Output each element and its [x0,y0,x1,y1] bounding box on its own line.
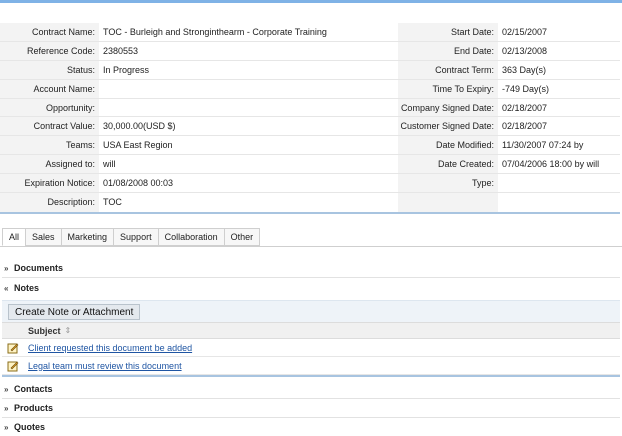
products-title: Products [14,403,54,413]
teams-label: Teams: [0,136,99,155]
company-signed-date-label: Company Signed Date: [398,98,498,117]
contract-value-value: 30,000.00(USD $) [103,121,176,132]
company-signed-date-value: 02/18/2007 [502,102,548,113]
opportunity-value [99,99,398,117]
empty-value [498,193,620,212]
date-modified-label: Date Modified: [398,136,498,155]
assigned-to-value: will [103,159,116,170]
end-date-value: 02/13/2008 [502,45,548,56]
contract-value-label: Contract Value: [0,117,99,136]
chevron-double-up-icon: « [4,283,9,293]
notes-panel: Create Note or Attachment Subject ⇕ Clie… [2,300,620,377]
expiration-notice-label: Expiration Notice: [0,174,99,193]
status-label: Status: [0,60,99,79]
notes-table-header: Subject ⇕ [2,322,620,339]
table-row: Client requested this document be added [2,339,620,357]
detail-row: Opportunity: Company Signed Date: 02/18/… [0,98,620,118]
tab-collaboration[interactable]: Collaboration [157,228,224,246]
detail-row: Assigned to: will Date Created: 07/04/20… [0,155,620,175]
chevron-double-down-icon: » [4,422,9,432]
top-divider [0,0,622,3]
end-date-label: End Date: [398,41,498,60]
reference-code-value: 2380553 [103,45,139,56]
description-value: TOC [103,197,122,208]
empty-label [398,193,498,212]
chevron-double-down-icon: » [4,384,9,394]
opportunity-label: Opportunity: [0,98,99,117]
customer-signed-date-label: Customer Signed Date: [398,117,498,136]
tabs-divider [0,246,622,247]
expiration-notice-value: 01/08/2008 00:03 [103,178,174,189]
start-date-value: 02/15/2007 [502,26,548,37]
time-to-expiry-value: -749 Day(s) [502,83,550,94]
chevron-double-down-icon: » [4,263,9,273]
note-link[interactable]: Legal team must review this document [28,361,182,371]
divider [2,417,620,418]
notes-button-bar: Create Note or Attachment [2,300,620,322]
detail-row: Teams: USA East Region Date Modified: 11… [0,136,620,156]
contract-name-label: Contract Name: [0,23,99,41]
date-modified-value: 11/30/2007 07:24 by [502,140,584,151]
tab-marketing[interactable]: Marketing [60,228,114,246]
assigned-to-label: Assigned to: [0,155,99,174]
documents-title: Documents [14,263,64,273]
tab-support[interactable]: Support [113,228,158,246]
status-value: In Progress [103,64,150,75]
account-name-label: Account Name: [0,79,99,98]
detail-row: Account Name: Time To Expiry: -749 Day(s… [0,79,620,99]
detail-row: Contract Name: TOC - Burleigh and Strong… [0,23,620,42]
account-name-value [99,80,398,98]
notes-title: Notes [14,283,40,293]
table-row: Legal team must review this document [2,357,620,375]
time-to-expiry-label: Time To Expiry: [398,79,498,98]
contract-term-value: 363 Day(s) [502,64,547,75]
notes-panel-header[interactable]: « Notes [4,281,39,295]
subpanel-tabs: All Sales Marketing Support Collaboratio… [2,228,261,246]
documents-panel-header[interactable]: » Documents [4,261,63,275]
contract-detail-table: Contract Name: TOC - Burleigh and Strong… [0,23,620,214]
description-label: Description: [0,193,99,212]
start-date-label: Start Date: [398,23,498,41]
teams-value: USA East Region [103,140,173,151]
detail-row: Contract Value: 30,000.00(USD $) Custome… [0,117,620,137]
contacts-title: Contacts [14,384,53,394]
detail-row: Description: TOC [0,193,620,212]
products-panel-header[interactable]: » Products [4,401,53,415]
reference-code-label: Reference Code: [0,41,99,60]
tab-other[interactable]: Other [223,228,261,246]
create-note-button[interactable]: Create Note or Attachment [8,304,141,320]
contacts-panel-header[interactable]: » Contacts [4,382,53,396]
sort-icon[interactable]: ⇕ [65,326,72,335]
subject-column-header[interactable]: Subject [28,326,61,336]
edit-note-icon[interactable] [7,342,19,354]
date-created-value: 07/04/2006 18:00 by will [502,159,600,170]
customer-signed-date-value: 02/18/2007 [502,121,548,132]
quotes-panel-header[interactable]: » Quotes [4,420,45,434]
chevron-double-down-icon: » [4,403,9,413]
divider [2,277,620,278]
detail-row: Expiration Notice: 01/08/2008 00:03 Type… [0,174,620,194]
contract-name-value: TOC - Burleigh and Stronginthearm - Corp… [103,26,327,37]
edit-note-icon[interactable] [7,360,19,372]
note-link[interactable]: Client requested this document be added [28,343,192,353]
divider [2,398,620,399]
date-created-label: Date Created: [398,155,498,174]
type-label: Type: [398,174,498,193]
type-value [498,174,620,192]
quotes-title: Quotes [14,422,46,432]
tab-all[interactable]: All [2,228,26,246]
contract-term-label: Contract Term: [398,60,498,79]
tab-sales[interactable]: Sales [25,228,61,246]
detail-row: Status: In Progress Contract Term: 363 D… [0,60,620,80]
detail-row: Reference Code: 2380553 End Date: 02/13/… [0,41,620,61]
